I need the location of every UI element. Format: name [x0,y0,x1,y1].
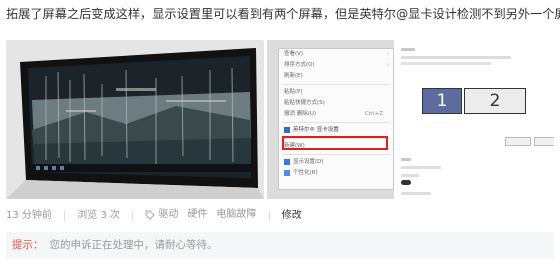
menu-separator [282,84,390,85]
personalize-icon [284,169,290,176]
settings-text-line [401,62,491,65]
display-icon [284,158,290,165]
menu-separator [282,122,390,123]
tag-pc-fault[interactable]: 电脑故障 [216,207,256,223]
context-menu-screenshot[interactable]: 查看(V) › 排序方式(O) › 刷新(E) 粘贴(P) 粘贴快捷方式(S) 撤消… [267,40,394,199]
tag-icon [145,210,156,220]
display-settings-screenshot[interactable]: 1 2 [397,40,554,199]
menu-separator [282,154,390,155]
settings-text-line [401,174,419,177]
menu-item-intel-graphics: 英特尔® 显卡设置 [279,125,393,136]
red-highlight-box [282,136,388,150]
monitor-2: 2 [464,88,526,114]
post-time: 13 分钟前 [6,209,52,221]
settings-text-line [401,192,431,195]
tag-list: 驱动 硬件 电脑故障 [145,207,265,224]
divider [64,210,66,221]
view-count: 浏览 3 次 [77,209,121,221]
menu-item-refresh: 刷新(E) [284,73,303,79]
monitor-1: 1 [422,88,462,114]
notice-text: 您的申诉正在处理中，请耐心等待。 [49,239,218,251]
desktop-context-menu: 查看(V) › 排序方式(O) › 刷新(E) 粘贴(P) 粘贴快捷方式(S) 撤消… [278,48,394,190]
appeal-notice: 提示： 您的申诉正在处理中，请耐心等待。 [6,232,554,258]
notice-label: 提示： [12,239,44,251]
menu-item-personalize: 个性化(R) [279,168,393,179]
tag-driver[interactable]: 驱动 [158,207,178,223]
settings-label-line [401,158,411,161]
edit-link[interactable]: 修改 [282,208,302,224]
identify-button [505,137,531,146]
photo-glitched-screen[interactable] [6,40,264,199]
settings-heading-line [401,48,415,51]
menu-item-sort: 排序方式(O) › [284,62,389,68]
menu-item-undo: 撤消 删除(U) Ctrl+Z [284,111,383,117]
settings-text-line [401,56,511,59]
divider [268,210,270,221]
divider [132,210,134,221]
toggle-switch [401,180,411,185]
menu-item-view: 查看(V) › [284,51,389,57]
intel-icon [284,126,290,133]
post-meta: 13 分钟前 浏览 3 次 驱动 硬件 电脑故障 修改 [6,207,311,223]
post-title: 拓展了屏幕之后变成这样，显示设置里可以看到有两个屏幕，但是英特尔@显卡设计检测不… [6,7,560,21]
settings-text-line [401,166,441,169]
menu-item-paste: 粘贴(P) [284,89,303,95]
detect-button [534,137,554,146]
menu-item-paste-shortcut: 粘贴快捷方式(S) [284,100,325,106]
menu-item-display-settings: 显示设置(D) [279,157,393,168]
tag-hardware[interactable]: 硬件 [187,207,207,223]
